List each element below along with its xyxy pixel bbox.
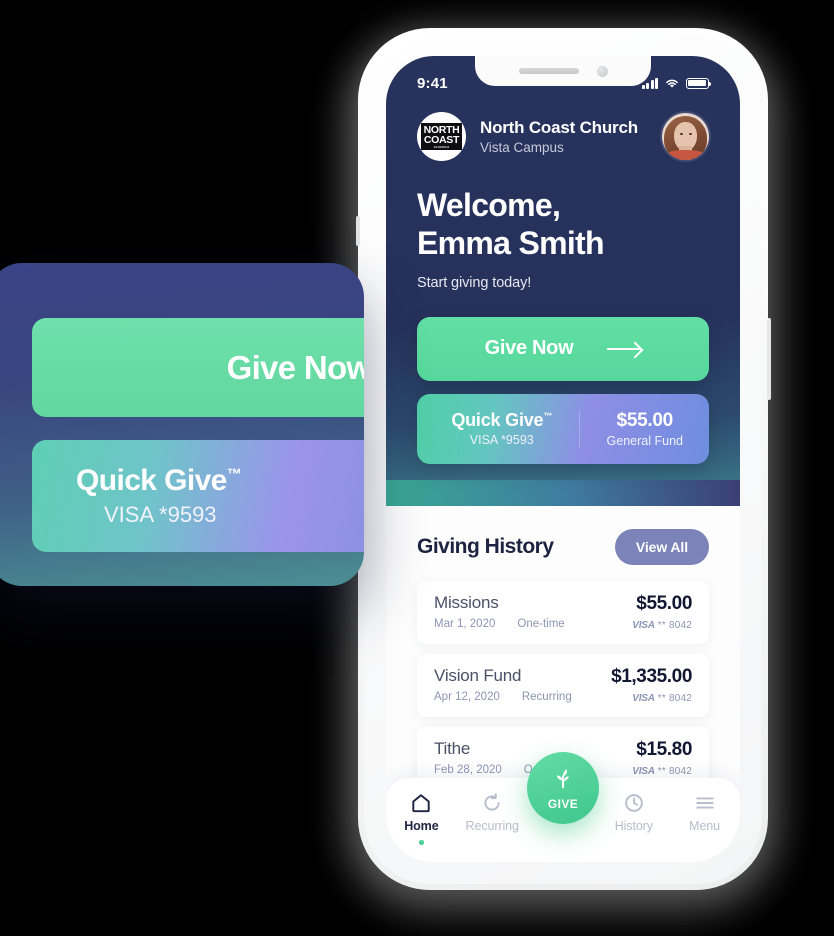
welcome-line-1: Welcome, <box>417 187 561 223</box>
give-fab-label: GIVE <box>547 796 579 811</box>
device-notch <box>475 56 651 86</box>
magnified-preview-card: Give Now Quick Give™ VISA *9593 <box>0 263 364 586</box>
visa-logo-icon: VISA <box>632 693 655 704</box>
quick-give-card-number: VISA *9593 <box>469 433 534 447</box>
phone-device-frame: 9:41 NORTH COAST CHURCH North Coast Chur… <box>355 28 771 890</box>
history-card-digits: ** 8042 <box>657 620 692 631</box>
give-now-label: Give Now <box>484 337 574 359</box>
magnified-trademark-mark: ™ <box>226 466 242 483</box>
refresh-icon <box>484 793 500 811</box>
tab-label: Menu <box>689 819 721 833</box>
visa-logo-icon: VISA <box>632 620 655 631</box>
logo-subtext: CHURCH <box>423 146 460 151</box>
give-now-button[interactable]: Give Now <box>417 316 709 381</box>
history-row-left: Missions Mar 1, 2020 One-time <box>434 593 565 630</box>
church-logo: NORTH COAST CHURCH <box>417 112 466 161</box>
history-type: One-time <box>517 618 565 630</box>
history-payment-method: VISA ** 8042 <box>632 620 692 631</box>
battery-icon <box>686 77 712 89</box>
history-amount: $1,335.00 <box>611 666 692 687</box>
welcome-line-2: Emma Smith <box>417 224 605 261</box>
trademark-mark: ™ <box>543 411 553 421</box>
earpiece-speaker-icon <box>518 68 579 74</box>
history-row-meta: Mar 1, 2020 One-time <box>434 618 565 630</box>
history-payment-method: VISA ** 8042 <box>632 766 692 777</box>
view-all-button[interactable]: View All <box>614 529 709 565</box>
tab-label: Recurring <box>465 819 519 833</box>
history-card-digits: ** 8042 <box>657 693 692 704</box>
quick-give-card[interactable]: Quick Give™ VISA *9593 $55.00 General Fu… <box>417 393 709 464</box>
history-amount: $55.00 <box>636 593 692 614</box>
history-row-right: $1,335.00 VISA ** 8042 <box>611 666 692 704</box>
phone-screen: 9:41 NORTH COAST CHURCH North Coast Chur… <box>386 56 740 862</box>
front-camera-icon <box>596 65 608 77</box>
church-logo-text: NORTH COAST CHURCH <box>421 122 462 151</box>
quick-give-fund: General Fund <box>606 433 683 448</box>
history-fund-name: Vision Fund <box>434 666 522 685</box>
quick-give-title-text: Quick Give <box>451 410 544 430</box>
magnified-give-now-button[interactable]: Give Now <box>32 318 364 417</box>
welcome-block: Welcome, Emma Smith Start giving today! <box>417 187 709 291</box>
magnified-quick-give-card[interactable]: Quick Give™ VISA *9593 <box>32 440 364 552</box>
silencer-switch-button[interactable] <box>356 216 360 246</box>
history-type: Recurring <box>521 691 572 703</box>
history-amount: $15.80 <box>636 739 692 760</box>
history-row-right: $15.80 VISA ** 8042 <box>632 739 692 777</box>
history-row-right: $55.00 VISA ** 8042 <box>632 593 692 631</box>
plant-sprout-icon <box>556 768 569 788</box>
history-card-digits: ** 8042 <box>657 766 692 777</box>
magnified-give-now-label: Give Now <box>226 348 364 386</box>
status-icons <box>641 77 712 89</box>
clock-icon <box>624 794 643 812</box>
give-fab-button[interactable]: GIVE <box>527 752 599 824</box>
tab-menu[interactable]: Menu <box>669 792 740 833</box>
power-button[interactable] <box>767 318 771 400</box>
tab-recurring[interactable]: Recurring <box>457 792 528 833</box>
history-row-left: Vision Fund Apr 12, 2020 Recurring <box>434 666 572 703</box>
table-row[interactable]: Vision Fund Apr 12, 2020 Recurring $1,33… <box>417 654 709 717</box>
hero-section: 9:41 NORTH COAST CHURCH North Coast Chur… <box>386 56 740 506</box>
welcome-subtitle: Start giving today! <box>417 274 532 291</box>
mockup-stage: 9:41 NORTH COAST CHURCH North Coast Chur… <box>0 0 834 936</box>
quick-give-left: Quick Give™ VISA *9593 <box>417 410 581 447</box>
page-title: Giving History <box>417 535 554 558</box>
history-fund-name: Missions <box>434 593 499 612</box>
active-tab-indicator-dot <box>419 840 424 845</box>
quick-give-right: $55.00 General Fund <box>581 410 709 448</box>
arrow-right-icon <box>607 347 642 350</box>
history-row-meta: Apr 12, 2020 Recurring <box>434 691 572 703</box>
history-date: Apr 12, 2020 <box>434 691 500 703</box>
table-row[interactable]: Missions Mar 1, 2020 One-time $55.00 VIS… <box>417 581 709 644</box>
hamburger-menu-icon <box>695 797 714 809</box>
visa-logo-icon: VISA <box>632 766 655 777</box>
history-payment-method: VISA ** 8042 <box>611 693 692 704</box>
church-name: North Coast Church <box>480 118 638 137</box>
tab-label: History <box>614 819 653 833</box>
tab-home[interactable]: Home <box>386 792 457 845</box>
quick-give-amount: $55.00 <box>616 409 674 431</box>
wifi-icon <box>666 79 678 88</box>
history-date: Mar 1, 2020 <box>434 618 496 630</box>
history-date: Feb 28, 2020 <box>434 764 502 776</box>
magnified-quick-give-card-number: VISA *9593 <box>104 502 217 527</box>
home-icon <box>412 794 431 813</box>
church-header-row: NORTH COAST CHURCH North Coast Church Vi… <box>417 112 709 161</box>
magnified-quick-give-title: Quick Give™ <box>76 464 242 498</box>
magnified-quick-give-title-text: Quick Give <box>76 464 227 497</box>
status-time: 9:41 <box>417 74 448 92</box>
tab-label: Home <box>404 819 439 833</box>
giving-history-section: Giving History View All Missions Mar 1, … <box>386 506 740 790</box>
avatar[interactable] <box>662 113 709 160</box>
church-info: North Coast Church Vista Campus <box>480 118 662 155</box>
quick-give-title: Quick Give™ <box>423 410 581 431</box>
church-campus: Vista Campus <box>480 140 564 155</box>
tab-history[interactable]: History <box>598 792 669 833</box>
giving-history-header: Giving History View All <box>417 506 709 581</box>
bottom-navigation-bar: Home Recurring GIVE History Menu <box>386 752 740 862</box>
